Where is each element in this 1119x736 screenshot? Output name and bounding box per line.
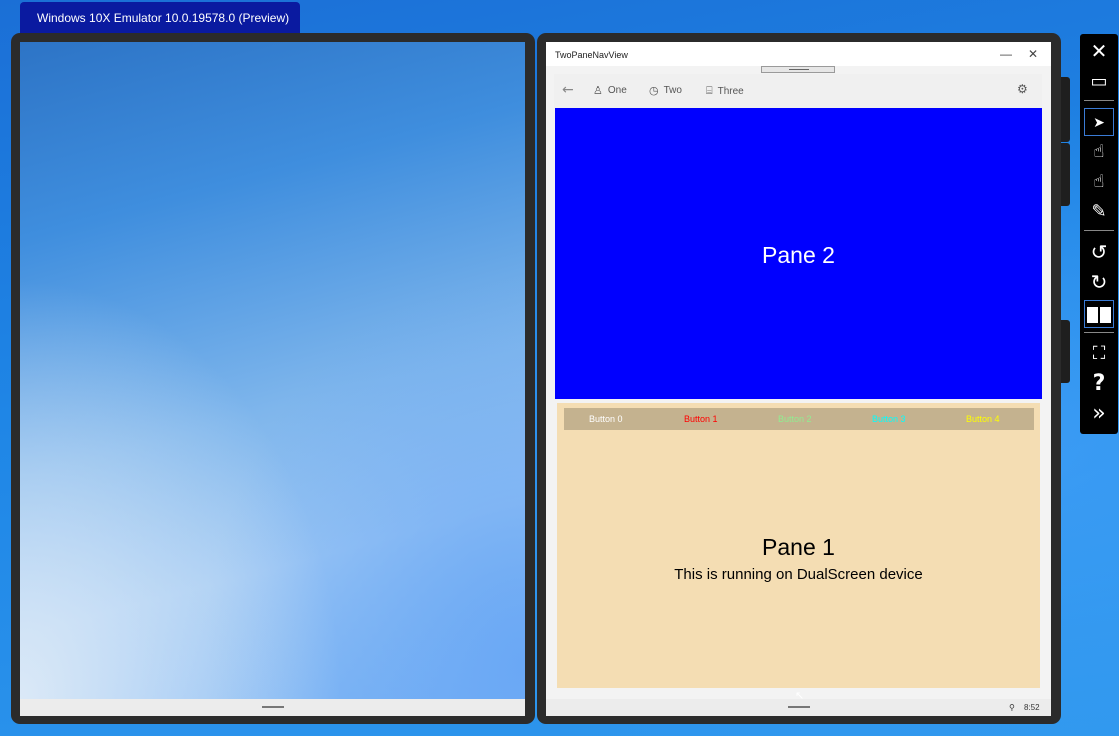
app-window: TwoPaneNavView — ✕ ← ♙ One ◷ Two ⌸ Three… — [546, 42, 1051, 699]
pane-1: Button 0 Button 1 Button 2 Button 3 Butt… — [557, 403, 1040, 688]
button-4[interactable]: Button 4 — [966, 414, 1000, 424]
nav-item-one[interactable]: ♙ One — [593, 84, 627, 97]
navigation-view: ← ♙ One ◷ Two ⌸ Three ⚙ — [554, 74, 1042, 108]
multi-touch-icon[interactable]: ☝ — [1084, 168, 1114, 196]
dual-screen-icon[interactable] — [1084, 300, 1114, 328]
button-3[interactable]: Button 3 — [872, 414, 906, 424]
hardware-button — [1061, 320, 1070, 383]
window-drag-grip[interactable] — [761, 66, 835, 73]
help-icon[interactable]: ? — [1084, 370, 1114, 398]
close-icon[interactable]: ✕ — [1084, 37, 1114, 65]
left-screen-wallpaper — [20, 42, 525, 699]
camera-icon: ⌸ — [706, 84, 713, 97]
mouse-cursor-icon: ↖ — [795, 689, 805, 702]
person-icon: ♙ — [593, 84, 603, 97]
pane-2: Pane 2 — [555, 108, 1042, 399]
back-arrow-icon: ← — [562, 82, 574, 98]
button-2[interactable]: Button 2 — [778, 414, 812, 424]
battery-icon: ⚲ — [1009, 703, 1015, 712]
back-button[interactable]: ← — [562, 82, 574, 98]
pen-icon[interactable]: ✎ — [1084, 198, 1114, 226]
left-screen-frame — [11, 33, 535, 724]
single-touch-icon[interactable]: ☝ — [1084, 138, 1114, 166]
pane-1-subtitle: This is running on DualScreen device — [674, 566, 923, 583]
gesture-handle[interactable] — [261, 706, 284, 708]
right-screen-frame: TwoPaneNavView — ✕ ← ♙ One ◷ Two ⌸ Three… — [537, 33, 1070, 724]
minimize-icon[interactable]: ▭ — [1084, 68, 1114, 96]
right-taskbar: ↖ ⚲ 8:52 — [546, 689, 1051, 716]
nav-item-two[interactable]: ◷ Two — [649, 84, 682, 97]
nav-item-label: One — [607, 85, 627, 96]
gesture-handle[interactable] — [788, 706, 810, 708]
button-0[interactable]: Button 0 — [589, 414, 623, 424]
button-1[interactable]: Button 1 — [684, 414, 718, 424]
nav-item-label: Three — [717, 85, 744, 97]
app-title: TwoPaneNavView — [555, 50, 628, 60]
nav-item-label: Two — [663, 85, 682, 96]
button-row: Button 0 Button 1 Button 2 Button 3 Butt… — [564, 408, 1034, 430]
clock-time: 8:52 — [1024, 703, 1040, 712]
emulator-title: Windows 10X Emulator 10.0.19578.0 (Previ… — [37, 11, 290, 25]
minimize-button[interactable]: — — [995, 46, 1017, 62]
clock-icon: ◷ — [649, 84, 659, 97]
hardware-button — [1061, 143, 1070, 206]
close-button[interactable]: ✕ — [1022, 46, 1044, 62]
pane-1-title: Pane 1 — [762, 534, 835, 560]
more-icon[interactable]: » — [1084, 400, 1114, 428]
left-gesture-bar[interactable] — [20, 699, 525, 716]
rotate-right-icon[interactable]: ↻ — [1084, 268, 1114, 296]
emulator-toolbar: ✕ ▭ ➤ ☝ ☝ ✎ ↺ ↻ ⛶ ? » — [1080, 34, 1118, 434]
pointer-icon[interactable]: ➤ — [1084, 108, 1114, 136]
pane-2-label: Pane 2 — [762, 242, 835, 268]
fit-screen-icon[interactable]: ⛶ — [1084, 340, 1114, 368]
gear-icon: ⚙ — [1017, 82, 1028, 96]
settings-button[interactable]: ⚙ — [1017, 82, 1028, 96]
hardware-button — [1061, 77, 1070, 142]
emulator-title-tab[interactable]: Windows 10X Emulator 10.0.19578.0 (Previ… — [20, 2, 300, 34]
rotate-left-icon[interactable]: ↺ — [1084, 238, 1114, 266]
nav-item-three[interactable]: ⌸ Three — [706, 84, 744, 98]
app-title-bar[interactable]: TwoPaneNavView — ✕ — [546, 42, 1051, 66]
